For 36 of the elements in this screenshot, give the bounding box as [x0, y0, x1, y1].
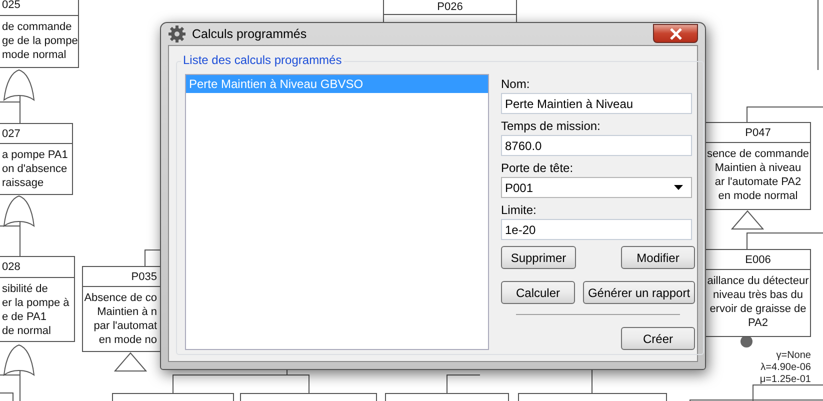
dropdown-field[interactable]: P001	[501, 177, 692, 198]
event-description: aillance du détecteur niveau très bas du ervoir de graisse de PA2	[707, 274, 809, 330]
group-label: Liste des calculs programmés	[181, 53, 344, 67]
dialog-button[interactable]: Modifier	[621, 246, 695, 269]
event-code: P026	[437, 0, 463, 12]
gear-icon	[168, 25, 186, 43]
event-code: E006	[745, 254, 771, 266]
dialog-button[interactable]: Calculer	[501, 281, 575, 304]
parameter-label: λ=4.90e-06	[760, 362, 811, 374]
event-code: P035	[131, 270, 157, 282]
basic-event-dot-icon	[740, 335, 753, 348]
event-description: a pompe PA1 on d'absence raissage	[2, 148, 68, 190]
event-code: 028	[2, 261, 20, 273]
close-button[interactable]	[653, 24, 698, 43]
input-field[interactable]: Perte Maintien à Niveau	[501, 93, 692, 114]
close-icon	[668, 28, 682, 40]
dialog-button[interactable]: Générer un rapport	[583, 281, 695, 304]
event-description: sence de commande Maintien à niveau ar l'automate PA2 en mode normal	[706, 147, 810, 203]
input-field[interactable]: 8760.0	[501, 135, 692, 156]
field-label: Nom:	[501, 76, 531, 93]
create-button[interactable]: Créer	[621, 327, 695, 350]
event-code: P047	[745, 126, 771, 138]
event-code: 025	[2, 0, 20, 10]
field-label: Temps de mission:	[501, 118, 602, 135]
event-description: sibilité de er la pompe à e de PA1 de normal	[2, 282, 70, 338]
field-label: Porte de tête:	[501, 160, 574, 177]
window-title: Calculs programmés	[192, 27, 307, 41]
parameter-label: γ=None	[776, 350, 811, 362]
event-description: de commande ge de la pompe mode normal	[2, 20, 78, 62]
field-label: Limite:	[501, 202, 538, 219]
event-description: Absence de co Maintien à n par l'automat en mode no	[84, 291, 157, 347]
caret-icon	[674, 185, 683, 190]
input-field[interactable]: 1e-20	[501, 219, 692, 240]
event-code: 027	[2, 128, 20, 140]
dialog-button[interactable]: Supprimer	[501, 246, 576, 269]
parameter-label: μ=1.25e-01	[760, 374, 811, 386]
